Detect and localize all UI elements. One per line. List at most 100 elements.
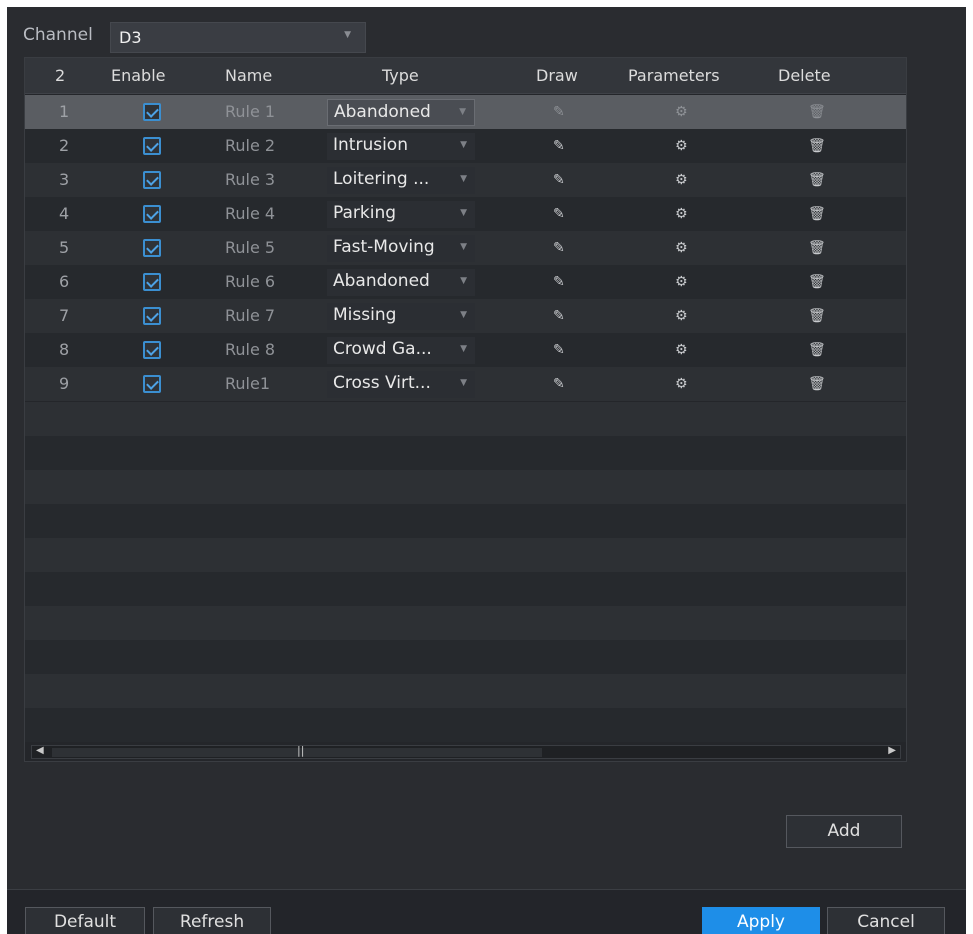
trash-icon[interactable]: 🗑 bbox=[808, 376, 826, 392]
type-select[interactable]: Crowd Ga... ▼ bbox=[327, 337, 475, 364]
pencil-icon[interactable]: ✎ bbox=[553, 376, 565, 392]
gear-icon[interactable]: ⚙ bbox=[675, 308, 688, 324]
row-index: 1 bbox=[59, 102, 70, 121]
trash-icon[interactable]: 🗑 bbox=[808, 206, 826, 222]
gear-icon[interactable]: ⚙ bbox=[675, 274, 688, 290]
default-button[interactable]: Default bbox=[25, 907, 145, 934]
rules-panel: Channel D3 ▼ 2 Enable Name Type Draw Par… bbox=[7, 7, 966, 934]
rule-name: Rule 7 bbox=[225, 306, 276, 325]
table-row[interactable]: 4 Rule 4 Parking ▼ ✎ ⚙ 🗑 bbox=[25, 197, 906, 231]
enable-checkbox[interactable] bbox=[143, 307, 161, 325]
table-row[interactable]: 3 Rule 3 Loitering ... ▼ ✎ ⚙ 🗑 bbox=[25, 163, 906, 197]
row-index: 7 bbox=[59, 306, 70, 325]
type-value: Loitering ... bbox=[333, 169, 430, 189]
gear-icon[interactable]: ⚙ bbox=[675, 172, 688, 188]
chevron-down-icon: ▼ bbox=[460, 378, 467, 388]
type-select[interactable]: Cross Virt... ▼ bbox=[327, 371, 475, 398]
table-row[interactable]: 7 Rule 7 Missing ▼ ✎ ⚙ 🗑 bbox=[25, 299, 906, 333]
gear-icon[interactable]: ⚙ bbox=[675, 206, 688, 222]
empty-row bbox=[25, 572, 906, 606]
pencil-icon[interactable]: ✎ bbox=[553, 342, 565, 358]
enable-checkbox[interactable] bbox=[143, 171, 161, 189]
row-index: 4 bbox=[59, 204, 70, 223]
grip-icon: || bbox=[297, 744, 305, 757]
table-row[interactable]: 9 Rule1 Cross Virt... ▼ ✎ ⚙ 🗑 bbox=[25, 367, 906, 401]
trash-icon[interactable]: 🗑 bbox=[808, 342, 826, 358]
table-row[interactable]: 5 Rule 5 Fast-Moving ▼ ✎ ⚙ 🗑 bbox=[25, 231, 906, 265]
chevron-down-icon: ▼ bbox=[459, 107, 466, 117]
empty-rows bbox=[25, 402, 906, 742]
enable-checkbox[interactable] bbox=[143, 239, 161, 257]
rule-name: Rule 5 bbox=[225, 238, 276, 257]
table-row[interactable]: 2 Rule 2 Intrusion ▼ ✎ ⚙ 🗑 bbox=[25, 129, 906, 163]
type-value: Abandoned bbox=[334, 102, 431, 122]
chevron-down-icon: ▼ bbox=[460, 242, 467, 252]
table-row[interactable]: 1 Rule 1 Abandoned ▼ ✎ ⚙ 🗑 bbox=[25, 95, 906, 129]
pencil-icon[interactable]: ✎ bbox=[553, 138, 565, 154]
type-select[interactable]: Abandoned ▼ bbox=[327, 99, 475, 126]
apply-button[interactable]: Apply bbox=[702, 907, 820, 934]
type-select[interactable]: Intrusion ▼ bbox=[327, 133, 475, 160]
header-name: Name bbox=[225, 66, 273, 85]
pencil-icon[interactable]: ✎ bbox=[553, 104, 565, 120]
channel-select[interactable]: D3 ▼ bbox=[110, 22, 366, 53]
gear-icon[interactable]: ⚙ bbox=[675, 104, 688, 120]
row-index: 6 bbox=[59, 272, 70, 291]
enable-checkbox[interactable] bbox=[143, 375, 161, 393]
rule-name: Rule 4 bbox=[225, 204, 276, 223]
pencil-icon[interactable]: ✎ bbox=[553, 240, 565, 256]
type-value: Intrusion bbox=[333, 135, 408, 155]
scroll-right-icon[interactable]: ▶ bbox=[888, 745, 896, 756]
channel-value: D3 bbox=[119, 28, 142, 47]
trash-icon[interactable]: 🗑 bbox=[808, 104, 826, 120]
trash-icon[interactable]: 🗑 bbox=[808, 172, 826, 188]
empty-row bbox=[25, 504, 906, 538]
header-parameters: Parameters bbox=[628, 66, 720, 85]
enable-checkbox[interactable] bbox=[143, 273, 161, 291]
trash-icon[interactable]: 🗑 bbox=[808, 138, 826, 154]
type-select[interactable]: Loitering ... ▼ bbox=[327, 167, 475, 194]
trash-icon[interactable]: 🗑 bbox=[808, 240, 826, 256]
chevron-down-icon: ▼ bbox=[460, 208, 467, 218]
chevron-down-icon: ▼ bbox=[460, 344, 467, 354]
empty-row bbox=[25, 674, 906, 708]
type-select[interactable]: Parking ▼ bbox=[327, 201, 475, 228]
gear-icon[interactable]: ⚙ bbox=[675, 376, 688, 392]
refresh-button[interactable]: Refresh bbox=[153, 907, 271, 934]
header-delete: Delete bbox=[778, 66, 831, 85]
type-value: Abandoned bbox=[333, 271, 430, 291]
pencil-icon[interactable]: ✎ bbox=[553, 172, 565, 188]
type-select[interactable]: Abandoned ▼ bbox=[327, 269, 475, 296]
header-type: Type bbox=[382, 66, 419, 85]
table-row[interactable]: 6 Rule 6 Abandoned ▼ ✎ ⚙ 🗑 bbox=[25, 265, 906, 299]
gear-icon[interactable]: ⚙ bbox=[675, 342, 688, 358]
row-index: 8 bbox=[59, 340, 70, 359]
enable-checkbox[interactable] bbox=[143, 205, 161, 223]
trash-icon[interactable]: 🗑 bbox=[808, 274, 826, 290]
row-index: 9 bbox=[59, 374, 70, 393]
horizontal-scrollbar[interactable]: ◀ || ▶ bbox=[31, 744, 901, 759]
type-select[interactable]: Fast-Moving ▼ bbox=[327, 235, 475, 262]
pencil-icon[interactable]: ✎ bbox=[553, 274, 565, 290]
header-draw: Draw bbox=[536, 66, 578, 85]
rule-name: Rule 3 bbox=[225, 170, 276, 189]
scroll-left-icon[interactable]: ◀ bbox=[36, 745, 44, 756]
trash-icon[interactable]: 🗑 bbox=[808, 308, 826, 324]
rule-name: Rule 8 bbox=[225, 340, 276, 359]
gear-icon[interactable]: ⚙ bbox=[675, 138, 688, 154]
row-index: 2 bbox=[59, 136, 70, 155]
pencil-icon[interactable]: ✎ bbox=[553, 206, 565, 222]
enable-checkbox[interactable] bbox=[143, 137, 161, 155]
pencil-icon[interactable]: ✎ bbox=[553, 308, 565, 324]
cancel-button[interactable]: Cancel bbox=[827, 907, 945, 934]
chevron-down-icon: ▼ bbox=[344, 30, 351, 40]
enable-checkbox[interactable] bbox=[143, 341, 161, 359]
type-select[interactable]: Missing ▼ bbox=[327, 303, 475, 330]
empty-row bbox=[25, 470, 906, 504]
chevron-down-icon: ▼ bbox=[460, 276, 467, 286]
table-row[interactable]: 8 Rule 8 Crowd Ga... ▼ ✎ ⚙ 🗑 bbox=[25, 333, 906, 367]
enable-checkbox[interactable] bbox=[143, 103, 161, 121]
add-button[interactable]: Add bbox=[786, 815, 902, 848]
rule-name: Rule 1 bbox=[225, 102, 276, 121]
gear-icon[interactable]: ⚙ bbox=[675, 240, 688, 256]
